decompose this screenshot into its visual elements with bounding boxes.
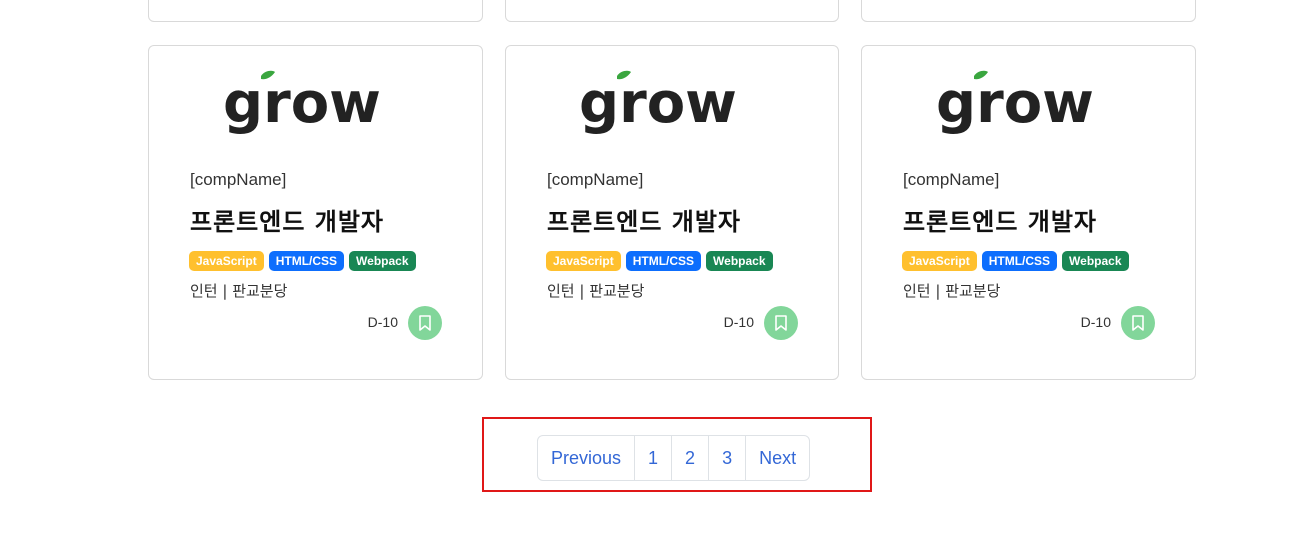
tag-html-css: HTML/CSS bbox=[625, 251, 702, 271]
job-title: 프론트엔드 개발자 bbox=[547, 208, 741, 236]
pagination-next[interactable]: Next bbox=[745, 436, 809, 480]
tag-list: JavaScript HTML/CSS Webpack bbox=[189, 251, 416, 271]
company-name: [compName] bbox=[190, 170, 287, 189]
pagination-page-1[interactable]: 1 bbox=[634, 436, 671, 480]
job-card[interactable]: grow [compName] 프론트엔드 개발자 JavaScript HTM… bbox=[505, 45, 839, 380]
d-day-label: D-10 bbox=[723, 314, 754, 330]
job-card-partial[interactable] bbox=[148, 0, 483, 22]
bookmark-icon bbox=[775, 315, 787, 331]
job-card-partial[interactable] bbox=[861, 0, 1196, 22]
bookmark-button[interactable] bbox=[408, 306, 442, 340]
job-title: 프론트엔드 개발자 bbox=[190, 208, 384, 236]
bookmark-icon bbox=[419, 315, 431, 331]
tag-javascript: JavaScript bbox=[902, 251, 977, 271]
tag-javascript: JavaScript bbox=[189, 251, 264, 271]
tag-list: JavaScript HTML/CSS Webpack bbox=[546, 251, 773, 271]
svg-text:grow: grow bbox=[579, 71, 737, 136]
job-title: 프론트엔드 개발자 bbox=[903, 208, 1097, 236]
d-day-label: D-10 bbox=[367, 314, 398, 330]
bookmark-icon bbox=[1132, 315, 1144, 331]
svg-text:grow: grow bbox=[936, 71, 1094, 136]
pagination-page-2[interactable]: 2 bbox=[671, 436, 708, 480]
pagination: Previous 1 2 3 Next bbox=[537, 435, 811, 481]
pagination-previous[interactable]: Previous bbox=[538, 436, 634, 480]
bookmark-button[interactable] bbox=[1121, 306, 1155, 340]
tag-webpack: Webpack bbox=[349, 251, 416, 271]
company-name: [compName] bbox=[903, 170, 1000, 189]
job-meta: 인턴 | 판교분당 bbox=[190, 282, 288, 300]
job-meta: 인턴 | 판교분당 bbox=[903, 282, 1001, 300]
job-meta: 인턴 | 판교분당 bbox=[547, 282, 645, 300]
job-card-partial[interactable] bbox=[505, 0, 839, 22]
company-logo: grow bbox=[862, 70, 1195, 140]
tag-webpack: Webpack bbox=[706, 251, 773, 271]
tag-list: JavaScript HTML/CSS Webpack bbox=[902, 251, 1129, 271]
pagination-page-3[interactable]: 3 bbox=[708, 436, 745, 480]
tag-javascript: JavaScript bbox=[546, 251, 621, 271]
svg-text:grow: grow bbox=[223, 71, 381, 136]
tag-html-css: HTML/CSS bbox=[268, 251, 345, 271]
job-card[interactable]: grow [compName] 프론트엔드 개발자 JavaScript HTM… bbox=[861, 45, 1196, 380]
d-day-label: D-10 bbox=[1080, 314, 1111, 330]
company-logo: grow bbox=[506, 70, 838, 140]
tag-html-css: HTML/CSS bbox=[981, 251, 1058, 271]
job-card[interactable]: grow [compName] 프론트엔드 개발자 JavaScript HTM… bbox=[148, 45, 483, 380]
tag-webpack: Webpack bbox=[1062, 251, 1129, 271]
bookmark-button[interactable] bbox=[764, 306, 798, 340]
company-name: [compName] bbox=[547, 170, 644, 189]
company-logo: grow bbox=[149, 70, 482, 140]
